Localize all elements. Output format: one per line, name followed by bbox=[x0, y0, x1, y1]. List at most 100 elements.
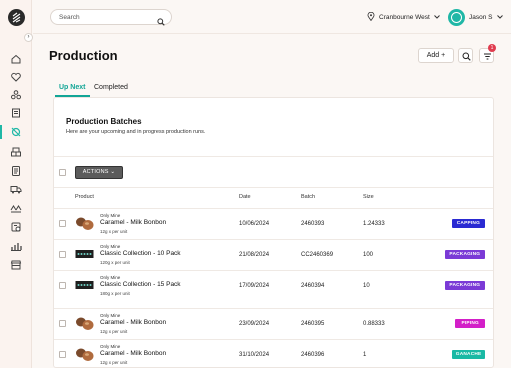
chevron-down-icon bbox=[496, 14, 503, 21]
column-header-batch: Batch bbox=[301, 194, 316, 200]
product-thumbnail bbox=[75, 315, 94, 332]
select-all-checkbox[interactable] bbox=[59, 169, 66, 176]
product-name[interactable]: Caramel - Milk Bonbon bbox=[100, 219, 166, 226]
status-badge: PIPING bbox=[455, 319, 485, 328]
team-icon[interactable] bbox=[10, 202, 22, 214]
status-badge: GANACHE bbox=[451, 350, 485, 359]
product-brand: Only Mine bbox=[100, 344, 121, 349]
active-indicator bbox=[0, 125, 2, 139]
search-button[interactable] bbox=[458, 48, 473, 63]
table-row[interactable]: Only Mine Classic Collection - 15 Pack 180… bbox=[54, 270, 493, 301]
card-title: Production Batches bbox=[66, 117, 142, 126]
column-header-size: Size bbox=[363, 194, 374, 200]
ingredients-icon[interactable] bbox=[10, 89, 22, 101]
inventory-icon[interactable] bbox=[10, 146, 22, 158]
column-header-product: Product bbox=[75, 194, 94, 200]
card-subtitle: Here are your upcoming and in progress p… bbox=[66, 129, 206, 135]
batch-size: 0.88333 bbox=[363, 321, 385, 327]
product-weight: 12g x per unit bbox=[100, 229, 128, 234]
store-icon[interactable] bbox=[10, 259, 22, 271]
product-weight: 12g x per unit bbox=[100, 360, 128, 365]
product-name[interactable]: Classic Collection - 15 Pack bbox=[100, 281, 181, 288]
location-label: Cranbourne West bbox=[379, 13, 430, 21]
product-thumbnail bbox=[75, 277, 94, 294]
status-badge: PACKAGING bbox=[444, 250, 485, 259]
product-brand: Only Mine bbox=[100, 244, 121, 249]
batch-size: 100 bbox=[363, 252, 374, 258]
product-weight: 180g x per unit bbox=[100, 291, 130, 296]
divider bbox=[54, 156, 493, 157]
chevron-down-icon bbox=[433, 14, 440, 21]
add-button[interactable]: Add + bbox=[418, 48, 454, 63]
table-row[interactable]: Only Mine Caramel - Milk Bonbon 12g x per … bbox=[54, 308, 493, 339]
search-icon[interactable] bbox=[157, 13, 165, 31]
product-thumbnail bbox=[75, 215, 94, 232]
app-logo[interactable] bbox=[8, 9, 25, 26]
divider bbox=[54, 187, 493, 188]
top-bar: Cranbourne West Jason S bbox=[33, 0, 511, 34]
product-name[interactable]: Caramel - Milk Bonbon bbox=[100, 319, 166, 326]
batch-number: 2460394 bbox=[301, 283, 325, 289]
avatar[interactable] bbox=[448, 8, 465, 26]
divider bbox=[54, 239, 493, 240]
divider bbox=[54, 308, 493, 309]
home-icon[interactable] bbox=[10, 53, 22, 65]
batch-number: 2460396 bbox=[301, 352, 325, 358]
table-row[interactable]: Only Mine Classic Collection - 10 Pack 120… bbox=[54, 239, 493, 270]
column-header-date: Date bbox=[239, 194, 251, 200]
production-batches-card: Production Batches Here are your upcomin… bbox=[53, 97, 494, 368]
filter-icon bbox=[484, 53, 491, 60]
sidebar: › bbox=[0, 0, 33, 368]
tab-completed[interactable]: Completed bbox=[94, 84, 128, 91]
row-checkbox[interactable] bbox=[59, 351, 66, 358]
location-pin-icon bbox=[367, 11, 375, 23]
table-row[interactable]: Only Mine Caramel - Milk Bonbon 12g x per … bbox=[54, 208, 493, 239]
heart-icon[interactable] bbox=[10, 71, 22, 83]
row-checkbox[interactable] bbox=[59, 320, 66, 327]
orders-icon[interactable] bbox=[10, 165, 22, 177]
product-thumbnail bbox=[75, 346, 94, 363]
delivery-icon[interactable] bbox=[10, 183, 22, 195]
reports-icon[interactable] bbox=[10, 240, 22, 252]
batch-date: 17/09/2024 bbox=[239, 283, 270, 289]
user-menu[interactable]: Jason S bbox=[448, 8, 503, 26]
product-brand: Only Mine bbox=[100, 213, 121, 218]
search-box[interactable] bbox=[50, 9, 172, 26]
billing-icon[interactable] bbox=[10, 221, 22, 233]
batch-number: CC2460369 bbox=[301, 252, 334, 258]
tab-up-next[interactable]: Up Next bbox=[59, 84, 85, 91]
divider bbox=[54, 339, 493, 340]
product-thumbnail bbox=[75, 246, 94, 263]
actions-button[interactable]: ACTIONS ⌄ bbox=[75, 166, 123, 179]
batch-date: 31/10/2024 bbox=[239, 352, 270, 358]
product-name[interactable]: Classic Collection - 10 Pack bbox=[100, 250, 181, 257]
batch-date: 10/06/2024 bbox=[239, 221, 270, 227]
product-name[interactable]: Caramel - Milk Bonbon bbox=[100, 350, 166, 357]
production-icon[interactable] bbox=[10, 126, 22, 138]
product-brand: Only Mine bbox=[100, 313, 121, 318]
batch-size: 1.24333 bbox=[363, 221, 385, 227]
collapse-sidebar-button[interactable]: › bbox=[24, 33, 33, 42]
product-weight: 120g x per unit bbox=[100, 260, 130, 265]
batch-number: 2460393 bbox=[301, 221, 325, 227]
search-icon bbox=[462, 52, 471, 61]
product-brand: Only Mine bbox=[100, 275, 121, 280]
page-title: Production bbox=[49, 48, 118, 63]
user-name: Jason S bbox=[469, 13, 493, 21]
batch-size: 10 bbox=[363, 283, 370, 289]
recipe-icon[interactable] bbox=[10, 107, 22, 119]
status-badge: CAPPING bbox=[451, 219, 485, 228]
batch-size: 1 bbox=[363, 352, 367, 358]
search-input[interactable] bbox=[59, 10, 154, 24]
row-checkbox[interactable] bbox=[59, 282, 66, 289]
row-checkbox[interactable] bbox=[59, 251, 66, 258]
status-badge: PACKAGING bbox=[444, 281, 485, 290]
divider bbox=[54, 208, 493, 209]
product-weight: 12g x per unit bbox=[100, 329, 128, 334]
batch-date: 21/08/2024 bbox=[239, 252, 270, 258]
row-checkbox[interactable] bbox=[59, 220, 66, 227]
batch-number: 2460395 bbox=[301, 321, 325, 327]
location-selector[interactable]: Cranbourne West bbox=[367, 10, 440, 24]
batch-date: 23/09/2024 bbox=[239, 321, 270, 327]
table-row[interactable]: Only Mine Caramel - Milk Bonbon 12g x per … bbox=[54, 339, 493, 367]
